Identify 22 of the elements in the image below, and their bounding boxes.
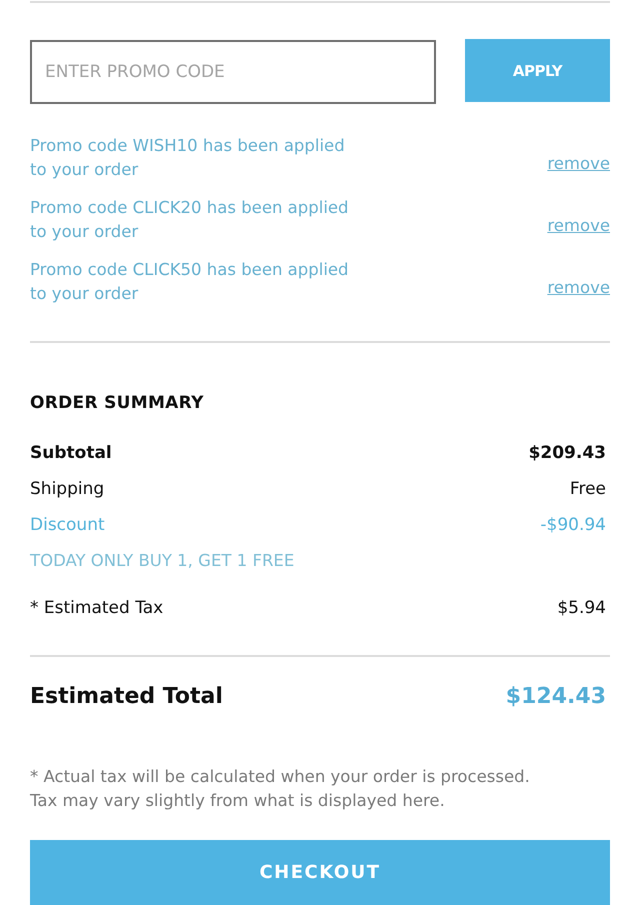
tax-value: $5.94 bbox=[557, 597, 606, 620]
checkout-button[interactable]: CHECKOUT bbox=[30, 840, 610, 905]
promo-note: TODAY ONLY BUY 1, GET 1 FREE bbox=[30, 550, 294, 572]
subtotal-label: Subtotal bbox=[30, 442, 112, 465]
subtotal-value: $209.43 bbox=[528, 442, 606, 465]
order-summary-heading: ORDER SUMMARY bbox=[30, 392, 205, 415]
remove-link[interactable]: remove bbox=[547, 276, 610, 300]
promo-applied-message: Promo code WISH10 has been applied to your order bbox=[30, 135, 346, 181]
tax-label: * Estimated Tax bbox=[30, 597, 164, 620]
remove-link[interactable]: remove bbox=[547, 152, 610, 176]
summary-label: Shipping bbox=[30, 478, 104, 501]
promo-applied-message: Promo code CLICK50 has been applied to your order bbox=[30, 259, 350, 305]
summary-value: Free bbox=[570, 478, 606, 501]
estimated-total-label: Estimated Total bbox=[30, 683, 223, 711]
apply-button[interactable]: APPLY bbox=[465, 39, 610, 102]
tax-disclaimer: * Actual tax will be calculated when your order is processed. Tax may vary slightly from what is displayed here. bbox=[30, 766, 531, 812]
discount-label: Discount bbox=[30, 514, 105, 537]
discount-value: -$90.94 bbox=[540, 514, 606, 537]
estimated-total-value: $124.43 bbox=[506, 683, 606, 711]
remove-link[interactable]: remove bbox=[547, 214, 610, 238]
promo-code-field[interactable]: ENTER PROMO CODE bbox=[30, 40, 436, 104]
promo-applied-message: Promo code CLICK20 has been applied to your order bbox=[30, 197, 350, 243]
